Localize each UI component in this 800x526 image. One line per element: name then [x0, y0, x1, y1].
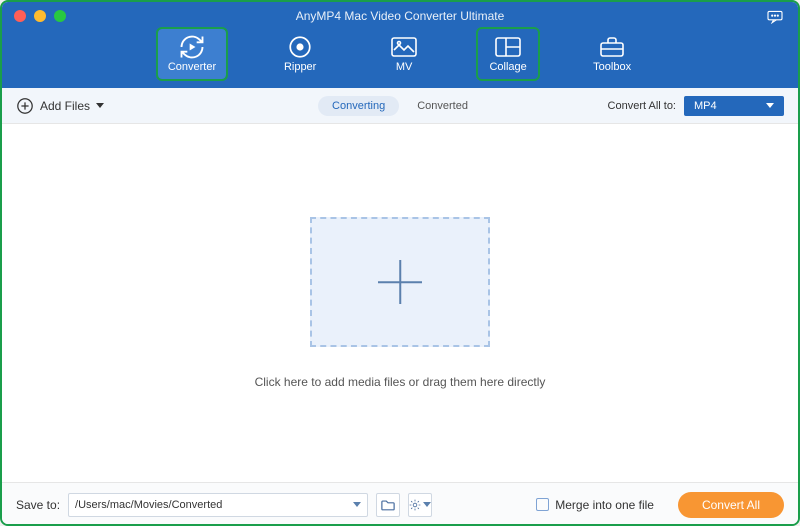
- main-area: Click here to add media files or drag th…: [2, 124, 798, 482]
- merge-checkbox[interactable]: Merge into one file: [536, 498, 654, 512]
- dropzone[interactable]: [310, 217, 490, 347]
- chevron-down-icon: [766, 103, 774, 108]
- main-nav: Converter Ripper MV Collage Toolbox: [2, 29, 798, 79]
- app-window: AnyMP4 Mac Video Converter Ultimate Conv…: [0, 0, 800, 526]
- open-folder-button[interactable]: [376, 493, 400, 517]
- converter-icon: [178, 33, 206, 61]
- folder-icon: [381, 499, 395, 511]
- convert-all-to: Convert All to: MP4: [608, 96, 784, 116]
- nav-ripper[interactable]: Ripper: [270, 29, 330, 79]
- footer: Save to: /Users/mac/Movies/Converted Mer…: [2, 482, 798, 526]
- nav-toolbox-label: Toolbox: [593, 61, 631, 73]
- settings-button[interactable]: [408, 493, 432, 517]
- toolbox-icon: [598, 35, 626, 59]
- convert-all-button[interactable]: Convert All: [678, 492, 784, 518]
- format-value: MP4: [694, 100, 717, 112]
- disc-icon: [287, 34, 313, 60]
- nav-mv-label: MV: [396, 61, 413, 73]
- gear-icon: [409, 498, 421, 512]
- subbar: Add Files Converting Converted Convert A…: [2, 88, 798, 124]
- nav-converter[interactable]: Converter: [158, 29, 226, 79]
- add-files-button[interactable]: Add Files: [16, 97, 104, 115]
- chevron-down-icon: [423, 502, 431, 507]
- dropzone-hint: Click here to add media files or drag th…: [255, 375, 546, 389]
- add-files-label: Add Files: [40, 99, 90, 113]
- tab-converting[interactable]: Converting: [318, 96, 399, 116]
- status-tabs: Converting Converted: [318, 96, 482, 116]
- header: AnyMP4 Mac Video Converter Ultimate Conv…: [2, 2, 798, 88]
- save-to-label: Save to:: [16, 498, 60, 512]
- app-title: AnyMP4 Mac Video Converter Ultimate: [2, 2, 798, 23]
- plus-circle-icon: [16, 97, 34, 115]
- nav-collage-label: Collage: [489, 61, 526, 73]
- save-path-dropdown[interactable]: /Users/mac/Movies/Converted: [68, 493, 368, 517]
- checkbox-icon: [536, 498, 549, 511]
- convert-all-to-label: Convert All to:: [608, 100, 676, 112]
- collage-icon: [494, 36, 522, 58]
- nav-toolbox[interactable]: Toolbox: [582, 29, 642, 79]
- plus-icon: [378, 260, 422, 304]
- merge-label: Merge into one file: [555, 498, 654, 512]
- nav-converter-label: Converter: [168, 61, 216, 73]
- chevron-down-icon: [353, 502, 361, 507]
- nav-mv[interactable]: MV: [374, 29, 434, 79]
- nav-collage[interactable]: Collage: [478, 29, 538, 79]
- nav-ripper-label: Ripper: [284, 61, 316, 73]
- tab-converted[interactable]: Converted: [403, 96, 482, 116]
- save-path-value: /Users/mac/Movies/Converted: [75, 499, 222, 511]
- feedback-icon[interactable]: [766, 10, 784, 24]
- chevron-down-icon: [96, 103, 104, 108]
- mv-icon: [390, 36, 418, 58]
- format-dropdown[interactable]: MP4: [684, 96, 784, 116]
